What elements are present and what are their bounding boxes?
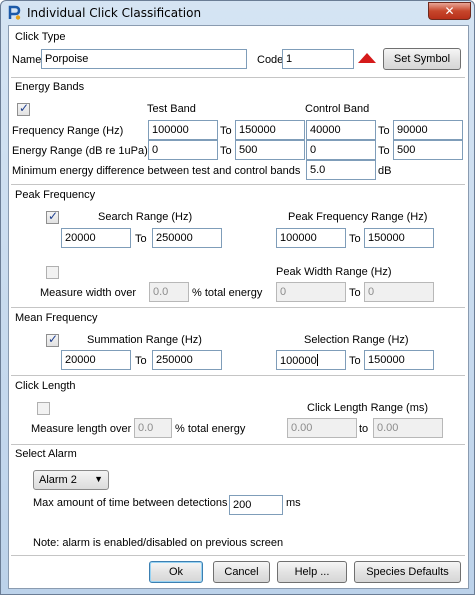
- code-label: Code: [257, 54, 284, 66]
- search-from-input[interactable]: 20000: [61, 228, 131, 248]
- selection-range-label: Selection Range (Hz): [304, 334, 409, 346]
- pct-total-energy-label: % total energy: [175, 423, 246, 435]
- min-energy-diff-input[interactable]: 5.0: [306, 160, 376, 180]
- pamguard-app-icon: [8, 5, 21, 20]
- control-band-label: Control Band: [305, 103, 370, 115]
- close-icon: ✕: [444, 4, 455, 18]
- section-peak-frequency: Peak Frequency: [15, 189, 96, 201]
- peak-width-range-label: Peak Width Range (Hz): [276, 266, 392, 278]
- peak-frequency-range-label: Peak Frequency Range (Hz): [288, 211, 428, 223]
- alarm-note: Note: alarm is enabled/disabled on previ…: [33, 537, 284, 549]
- click-symbol-icon: [358, 53, 376, 63]
- max-time-input[interactable]: 200: [229, 495, 283, 515]
- mean-frequency-checkbox[interactable]: [46, 332, 59, 347]
- help-button[interactable]: Help ...: [277, 561, 347, 583]
- to-label: To: [220, 125, 232, 137]
- energy-test-to-input[interactable]: 500: [235, 140, 305, 160]
- measure-width-label: Measure width over: [40, 287, 136, 299]
- measure-width-input[interactable]: 0.0: [149, 282, 189, 302]
- separator: [11, 307, 465, 308]
- ok-button[interactable]: Ok: [149, 561, 203, 583]
- section-mean-frequency: Mean Frequency: [15, 312, 98, 324]
- measure-length-input[interactable]: 0.0: [134, 418, 172, 438]
- section-click-type: Click Type: [15, 31, 66, 43]
- frequency-range-label: Frequency Range (Hz): [12, 125, 124, 137]
- ms-unit-label: ms: [286, 497, 301, 509]
- to-label: To: [220, 145, 232, 157]
- measure-length-label: Measure length over: [31, 423, 132, 435]
- section-select-alarm: Select Alarm: [15, 448, 77, 460]
- to-label: To: [135, 355, 147, 367]
- freq-ctrl-to-input[interactable]: 90000: [393, 120, 463, 140]
- dialog-window: Individual Click Classification ✕ Click …: [0, 0, 475, 595]
- species-defaults-button[interactable]: Species Defaults: [354, 561, 461, 583]
- window-title: Individual Click Classification: [27, 6, 202, 20]
- width-from-input[interactable]: 0: [276, 282, 346, 302]
- set-symbol-button[interactable]: Set Symbol: [383, 48, 461, 70]
- separator: [11, 184, 465, 185]
- name-input[interactable]: Porpoise: [41, 49, 247, 69]
- title-bar[interactable]: Individual Click Classification ✕: [1, 1, 474, 25]
- selection-from-input[interactable]: 100000: [276, 350, 346, 370]
- separator: [11, 555, 465, 556]
- to-label: To: [135, 233, 147, 245]
- freq-test-from-input[interactable]: 100000: [148, 120, 218, 140]
- length-to-input[interactable]: 0.00: [373, 418, 443, 438]
- pct-total-energy-label: % total energy: [192, 287, 263, 299]
- chevron-down-icon: ▼: [94, 474, 103, 484]
- to-label: To: [378, 125, 390, 137]
- length-from-input[interactable]: 0.00: [287, 418, 357, 438]
- width-to-input[interactable]: 0: [364, 282, 434, 302]
- text-cursor: [316, 354, 318, 366]
- code-input[interactable]: 1: [282, 49, 354, 69]
- alarm-select-value: Alarm 2: [39, 474, 77, 486]
- to-label: to: [359, 423, 369, 435]
- to-label: To: [349, 287, 361, 299]
- name-label: Name: [12, 54, 42, 66]
- search-range-label: Search Range (Hz): [98, 211, 193, 223]
- db-unit-label: dB: [378, 165, 392, 177]
- peak-to-input[interactable]: 150000: [364, 228, 434, 248]
- selection-to-input[interactable]: 150000: [364, 350, 434, 370]
- summation-range-label: Summation Range (Hz): [87, 334, 202, 346]
- separator: [11, 375, 465, 376]
- section-energy-bands: Energy Bands: [15, 81, 85, 93]
- test-band-label: Test Band: [147, 103, 196, 115]
- separator: [11, 77, 465, 78]
- energy-ctrl-from-input[interactable]: 0: [306, 140, 376, 160]
- selection-from-value: 100000: [280, 355, 317, 367]
- energy-range-label: Energy Range (dB re 1uPa): [12, 145, 148, 157]
- energy-bands-checkbox[interactable]: [17, 101, 30, 116]
- search-to-input[interactable]: 250000: [152, 228, 222, 248]
- peak-width-checkbox[interactable]: [46, 266, 59, 279]
- to-label: To: [349, 355, 361, 367]
- dialog-content: Click Type Name Porpoise Code 1 Set Symb…: [8, 25, 469, 589]
- alarm-select[interactable]: Alarm 2 ▼: [33, 470, 109, 490]
- freq-ctrl-from-input[interactable]: 40000: [306, 120, 376, 140]
- click-length-checkbox[interactable]: [37, 402, 50, 415]
- separator: [11, 444, 465, 445]
- peak-search-checkbox[interactable]: [46, 209, 59, 224]
- close-button[interactable]: ✕: [428, 2, 471, 20]
- section-click-length: Click Length: [15, 380, 76, 392]
- summation-to-input[interactable]: 250000: [152, 350, 222, 370]
- to-label: To: [378, 145, 390, 157]
- min-energy-diff-label: Minimum energy difference between test a…: [12, 165, 301, 177]
- freq-test-to-input[interactable]: 150000: [235, 120, 305, 140]
- max-time-label: Max amount of time between detections: [33, 497, 228, 509]
- summation-from-input[interactable]: 20000: [61, 350, 131, 370]
- energy-test-from-input[interactable]: 0: [148, 140, 218, 160]
- cancel-button[interactable]: Cancel: [213, 561, 270, 583]
- peak-from-input[interactable]: 100000: [276, 228, 346, 248]
- energy-ctrl-to-input[interactable]: 500: [393, 140, 463, 160]
- to-label: To: [349, 233, 361, 245]
- click-length-range-label: Click Length Range (ms): [307, 402, 429, 414]
